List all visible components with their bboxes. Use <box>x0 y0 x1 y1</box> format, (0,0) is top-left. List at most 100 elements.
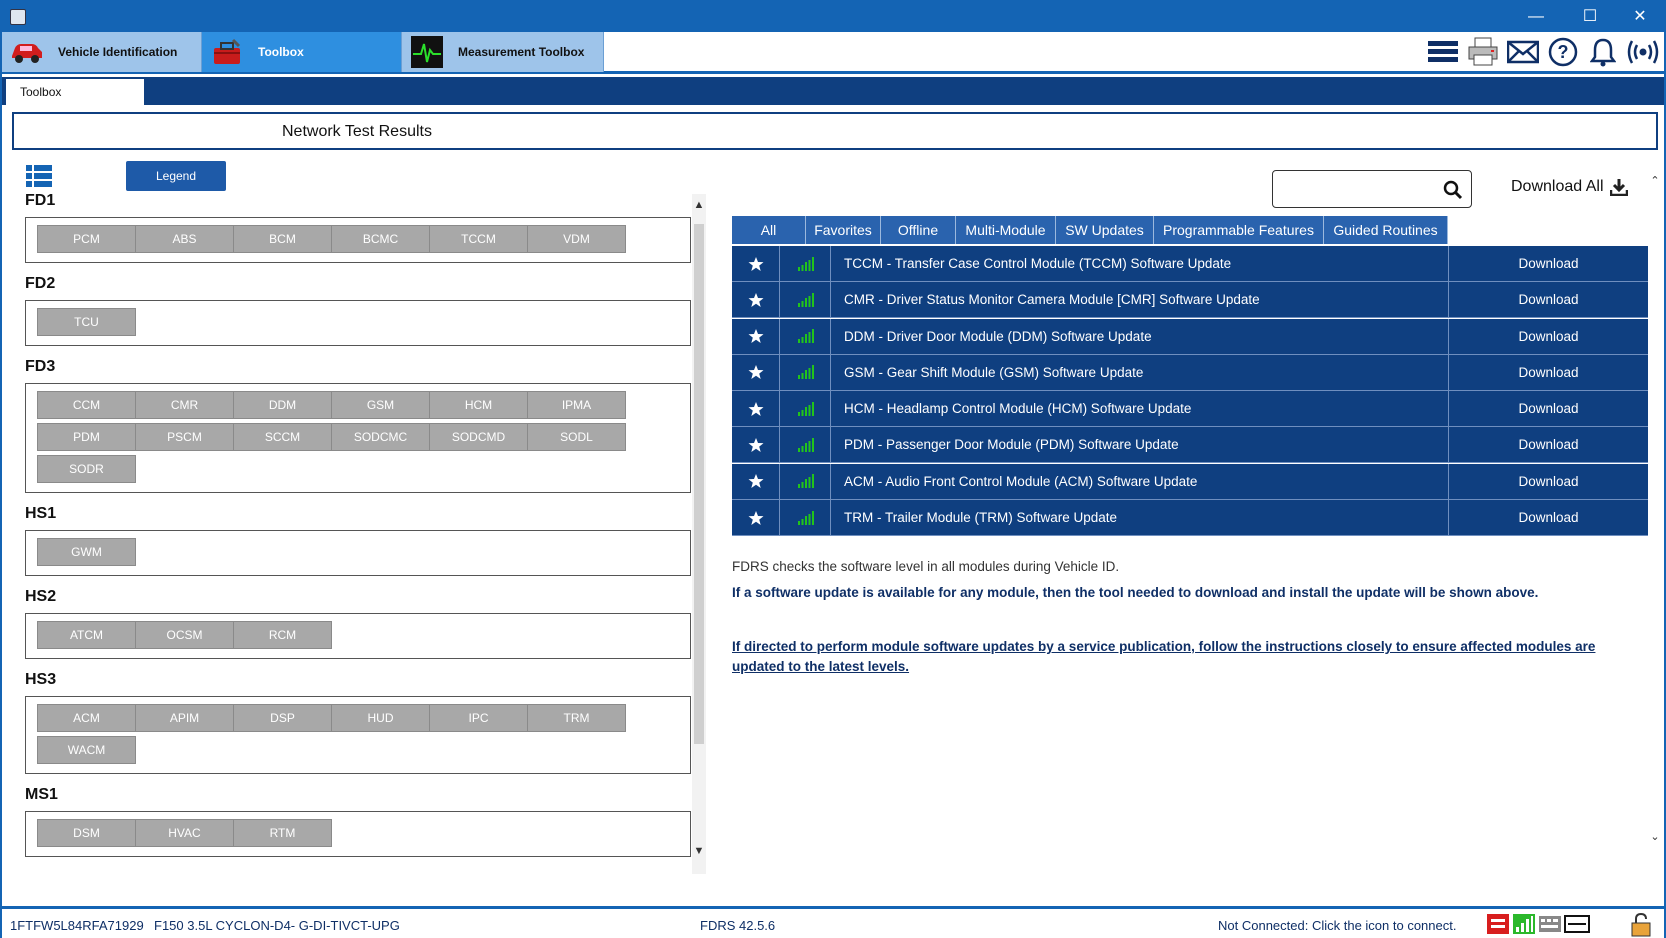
favorite-star-icon[interactable] <box>732 463 780 499</box>
tab-measurement-toolbox[interactable]: Measurement Toolbox <box>402 32 604 72</box>
download-button[interactable]: Download <box>1448 354 1648 390</box>
update-row[interactable]: TCCM - Transfer Case Control Module (TCC… <box>732 246 1648 282</box>
favorite-star-icon[interactable] <box>732 500 780 536</box>
download-button[interactable]: Download <box>1448 318 1648 354</box>
favorite-star-icon[interactable] <box>732 427 780 463</box>
bell-icon[interactable] <box>1586 35 1620 69</box>
module-button-sodcmc[interactable]: SODCMC <box>331 423 430 451</box>
download-button[interactable]: Download <box>1448 391 1648 427</box>
download-button[interactable]: Download <box>1448 282 1648 318</box>
update-row[interactable]: TRM - Trailer Module (TRM) Software Upda… <box>732 500 1648 537</box>
module-button-pscm[interactable]: PSCM <box>135 423 234 451</box>
mail-icon[interactable] <box>1506 35 1540 69</box>
search-icon[interactable] <box>1443 180 1463 200</box>
favorite-star-icon[interactable] <box>732 391 780 427</box>
scroll-up-icon[interactable]: ▲ <box>692 198 706 212</box>
download-button[interactable]: Download <box>1448 427 1648 463</box>
filter-tab-programmable-features[interactable]: Programmable Features <box>1154 216 1324 244</box>
tab-toolbox[interactable]: Toolbox <box>202 32 402 72</box>
module-button-apim[interactable]: APIM <box>135 704 234 732</box>
signal-bars-icon <box>781 427 831 463</box>
module-button-sccm[interactable]: SCCM <box>233 423 332 451</box>
scroll-down-icon[interactable]: ▼ <box>692 844 706 858</box>
module-button-vdm[interactable]: VDM <box>527 225 626 253</box>
update-row[interactable]: HCM - Headlamp Control Module (HCM) Soft… <box>732 391 1648 428</box>
module-button-atcm[interactable]: ATCM <box>37 621 136 649</box>
update-row[interactable]: GSM - Gear Shift Module (GSM) Software U… <box>732 354 1648 391</box>
module-button-cmr[interactable]: CMR <box>135 391 234 419</box>
module-button-bcm[interactable]: BCM <box>233 225 332 253</box>
update-name: DDM - Driver Door Module (DDM) Software … <box>844 328 1152 344</box>
download-button[interactable]: Download <box>1448 500 1648 536</box>
lock-icon[interactable] <box>1630 912 1654 937</box>
module-button-tcu[interactable]: TCU <box>37 308 136 336</box>
favorite-star-icon[interactable] <box>732 282 780 318</box>
filter-tab-favorites[interactable]: Favorites <box>806 216 881 244</box>
download-button[interactable]: Download <box>1448 463 1648 499</box>
search-input[interactable] <box>1272 170 1472 208</box>
close-button[interactable]: ✕ <box>1620 2 1660 32</box>
module-button-sodcmd[interactable]: SODCMD <box>429 423 528 451</box>
filter-tab-offline[interactable]: Offline <box>881 216 956 244</box>
module-button-hcm[interactable]: HCM <box>429 391 528 419</box>
list-view-icon[interactable] <box>26 165 52 187</box>
module-button-dsp[interactable]: DSP <box>233 704 332 732</box>
network-box-ms1: DSM HVAC RTM <box>25 811 691 857</box>
favorite-star-icon[interactable] <box>732 246 780 281</box>
module-button-hvac[interactable]: HVAC <box>135 819 234 847</box>
maximize-button[interactable]: ☐ <box>1570 2 1610 32</box>
update-row[interactable]: PDM - Passenger Door Module (PDM) Softwa… <box>732 427 1648 464</box>
module-button-ipc[interactable]: IPC <box>429 704 528 732</box>
module-button-rcm[interactable]: RCM <box>233 621 332 649</box>
favorite-star-icon[interactable] <box>732 318 780 354</box>
right-scrollbar[interactable]: ⌃ ⌄ <box>1648 174 1662 874</box>
tab-vehicle-identification[interactable]: Vehicle Identification <box>2 32 202 72</box>
filter-tab-multi-module[interactable]: Multi-Module <box>956 216 1056 244</box>
module-button-abs[interactable]: ABS <box>135 225 234 253</box>
module-button-bcmc[interactable]: BCMC <box>331 225 430 253</box>
connection-broadcast-icon[interactable] <box>1626 35 1660 69</box>
filter-tab-bar: All Favorites Offline Multi-Module SW Update… <box>732 216 1448 244</box>
download-button[interactable]: Download <box>1448 246 1648 281</box>
module-button-gsm[interactable]: GSM <box>331 391 430 419</box>
module-button-wacm[interactable]: WACM <box>37 736 136 764</box>
module-button-sodr[interactable]: SODR <box>37 455 136 483</box>
update-row[interactable]: CMR - Driver Status Monitor Camera Modul… <box>732 282 1648 319</box>
help-icon[interactable]: ? <box>1546 35 1580 69</box>
right-scroll-down-icon[interactable]: ⌄ <box>1648 830 1662 844</box>
module-button-tccm[interactable]: TCCM <box>429 225 528 253</box>
module-button-ccm[interactable]: CCM <box>37 391 136 419</box>
module-button-ddm[interactable]: DDM <box>233 391 332 419</box>
filter-tab-all[interactable]: All <box>732 216 806 244</box>
module-button-sodl[interactable]: SODL <box>527 423 626 451</box>
printer-icon[interactable] <box>1466 35 1500 69</box>
module-button-pcm[interactable]: PCM <box>37 225 136 253</box>
module-button-ipma[interactable]: IPMA <box>527 391 626 419</box>
tab-toolbox-label: Toolbox <box>258 45 304 59</box>
module-button-ocsm[interactable]: OCSM <box>135 621 234 649</box>
favorite-star-icon[interactable] <box>732 354 780 390</box>
update-row[interactable]: ACM - Audio Front Control Module (ACM) S… <box>732 463 1648 500</box>
module-button-pdm[interactable]: PDM <box>37 423 136 451</box>
filter-tab-guided-routines[interactable]: Guided Routines <box>1324 216 1448 244</box>
left-scroll-thumb[interactable] <box>694 224 704 744</box>
left-scrollbar[interactable]: ▲ ▼ <box>692 194 706 874</box>
service-publication-link[interactable]: If directed to perform module software u… <box>732 637 1642 677</box>
minimize-button[interactable]: — <box>1516 2 1556 32</box>
module-button-hud[interactable]: HUD <box>331 704 430 732</box>
tab-toolbox-sub[interactable]: Toolbox <box>6 79 144 105</box>
module-button-trm[interactable]: TRM <box>527 704 626 732</box>
download-all-button[interactable]: Download All <box>1511 178 1628 196</box>
update-row[interactable]: DDM - Driver Door Module (DDM) Software … <box>732 318 1648 355</box>
filter-tab-sw-updates[interactable]: SW Updates <box>1056 216 1154 244</box>
tab-vehicle-identification-label: Vehicle Identification <box>58 45 178 59</box>
right-scroll-up-icon[interactable]: ⌃ <box>1648 174 1662 188</box>
keyboard-icon[interactable] <box>1538 913 1562 935</box>
module-button-gwm[interactable]: GWM <box>37 538 136 566</box>
menu-icon[interactable] <box>1426 35 1460 69</box>
module-button-acm[interactable]: ACM <box>37 704 136 732</box>
module-button-rtm[interactable]: RTM <box>233 819 332 847</box>
module-button-dsm[interactable]: DSM <box>37 819 136 847</box>
vci-disconnected-icon[interactable] <box>1486 913 1510 935</box>
legend-button[interactable]: Legend <box>126 161 226 191</box>
